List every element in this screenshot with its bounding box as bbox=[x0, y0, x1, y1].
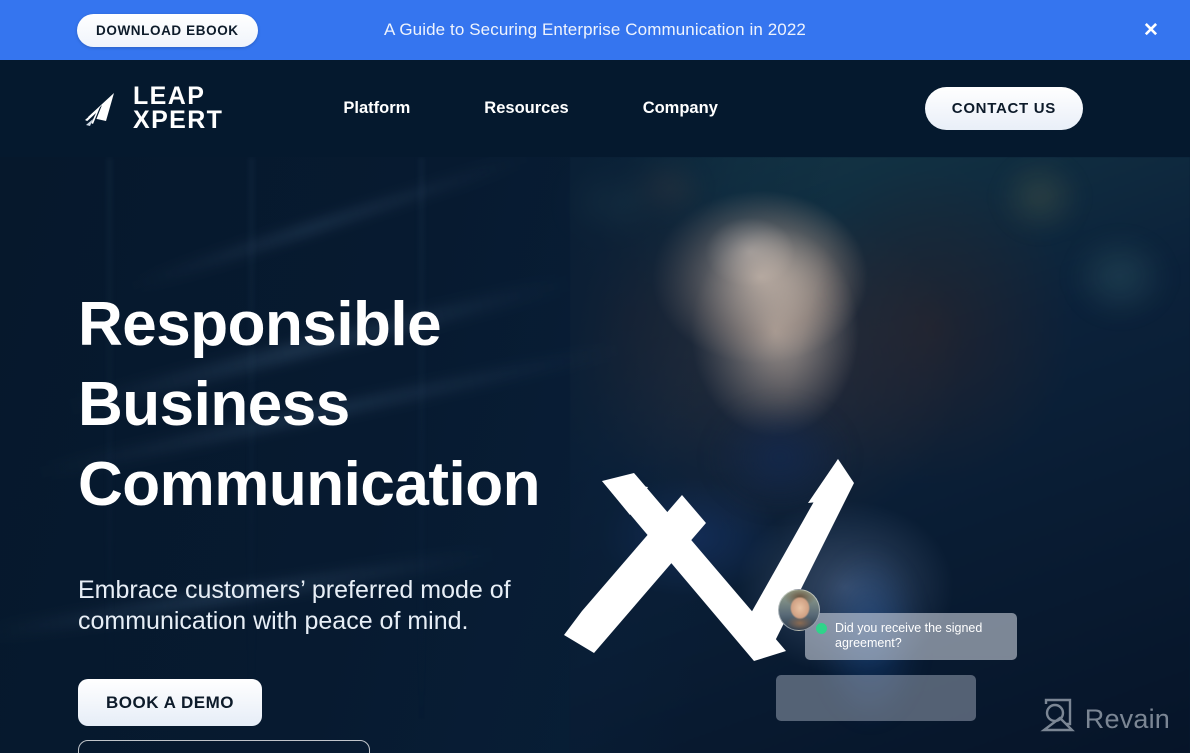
avatar bbox=[778, 589, 820, 631]
contact-us-button[interactable]: CONTACT US bbox=[924, 87, 1083, 130]
nav-links: Platform Resources Company bbox=[343, 99, 718, 118]
page-title: Responsible Business Communication bbox=[78, 285, 698, 525]
main-navigation: LEAP XPERT Platform Resources Company CO… bbox=[0, 60, 1190, 157]
subheadline-line-1: Embrace customers’ preferred mode of bbox=[78, 576, 511, 604]
site-logo[interactable]: LEAP XPERT bbox=[80, 82, 224, 134]
revain-watermark-label: Revain bbox=[1084, 704, 1170, 734]
revain-watermark: Revain bbox=[1040, 698, 1170, 741]
hero-subheadline: Embrace customers’ preferred mode of com… bbox=[78, 575, 698, 637]
hero-section: Responsible Business Communication Embra… bbox=[0, 157, 1190, 753]
download-ebook-button[interactable]: DOWNLOAD EBOOK bbox=[77, 13, 258, 47]
chat-bubble-empty bbox=[776, 675, 976, 721]
subheadline-line-2: communication with peace of mind. bbox=[78, 607, 469, 635]
headline-line-3: Communication bbox=[78, 450, 540, 519]
hero-cta-group: BOOK A DEMO DOWNLOAD WHITE PAPER bbox=[78, 679, 698, 753]
close-icon[interactable]: ✕ bbox=[1136, 15, 1166, 45]
logo-wordmark: LEAP XPERT bbox=[133, 82, 224, 134]
book-a-demo-button[interactable]: BOOK A DEMO bbox=[78, 679, 262, 726]
online-status-dot bbox=[816, 623, 827, 634]
nav-item-company[interactable]: Company bbox=[643, 99, 718, 118]
page-root: DOWNLOAD EBOOK A Guide to Securing Enter… bbox=[0, 0, 1190, 753]
nav-item-platform[interactable]: Platform bbox=[343, 99, 410, 118]
headline-line-2: Business bbox=[78, 370, 350, 439]
leapxpert-arrow-logo-icon bbox=[80, 87, 124, 131]
logo-line-1: LEAP bbox=[133, 82, 206, 110]
revain-logo-icon bbox=[1040, 698, 1076, 741]
promo-banner: DOWNLOAD EBOOK A Guide to Securing Enter… bbox=[0, 0, 1190, 60]
hero-content: Responsible Business Communication Embra… bbox=[78, 157, 698, 753]
logo-line-2: XPERT bbox=[133, 105, 224, 134]
download-white-paper-button[interactable]: DOWNLOAD WHITE PAPER bbox=[78, 740, 370, 753]
headline-line-1: Responsible bbox=[78, 290, 442, 359]
chat-bubble-message: Did you receive the signed agreement? bbox=[805, 613, 1017, 660]
nav-item-resources[interactable]: Resources bbox=[484, 99, 568, 118]
